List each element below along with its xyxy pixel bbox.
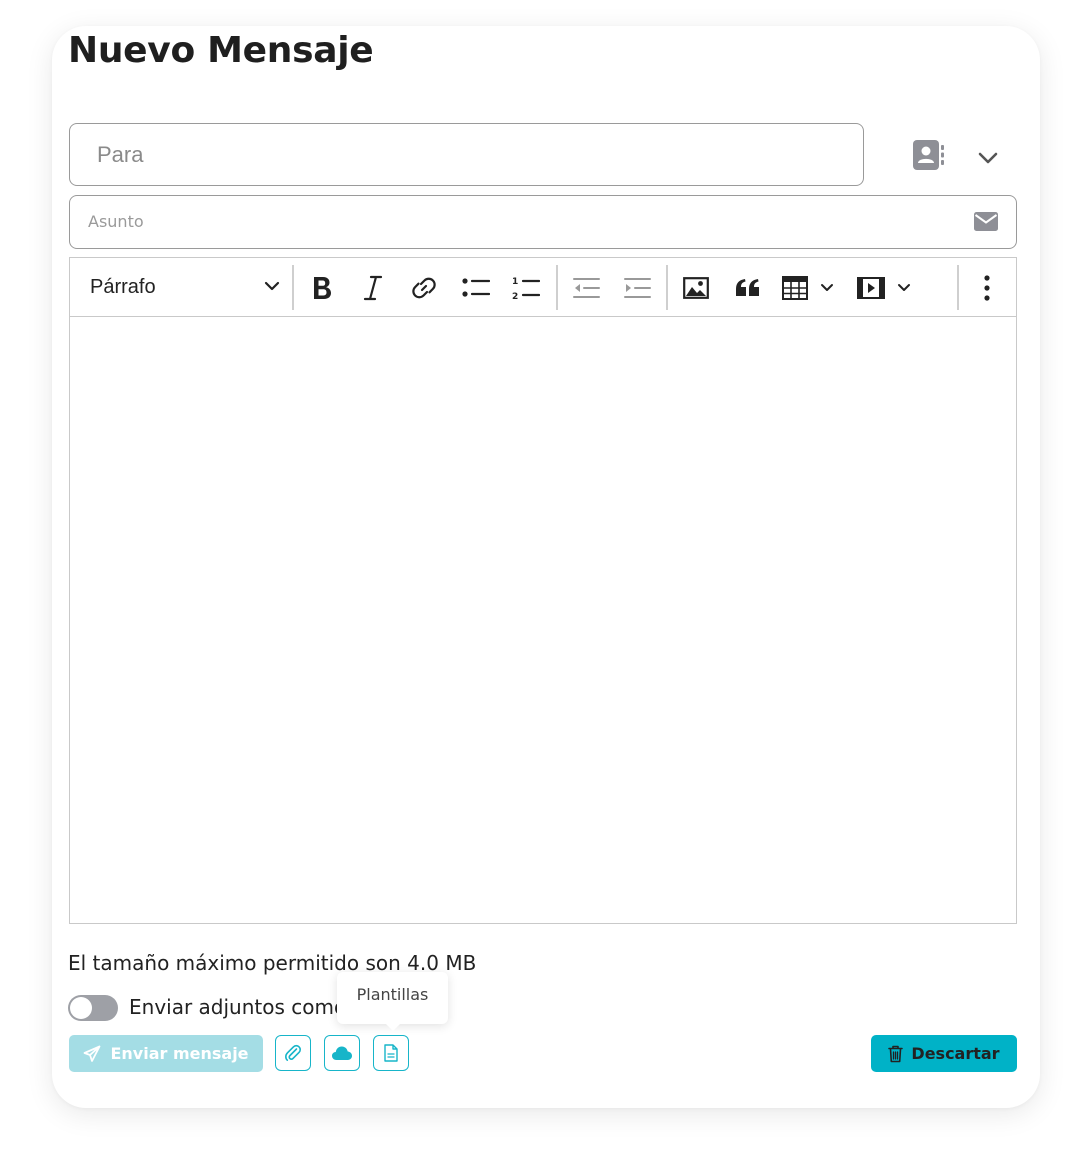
attach-file-button[interactable]	[275, 1035, 311, 1071]
toolbar-divider	[292, 265, 294, 310]
rich-text-editor: Párrafo 1 2	[69, 257, 1017, 924]
chevron-down-icon	[264, 281, 280, 291]
media-icon	[857, 277, 885, 299]
svg-text:2: 2	[512, 292, 518, 301]
insert-image-button[interactable]	[678, 270, 714, 306]
numbered-list-icon: 1 2	[512, 277, 540, 301]
subject-field-wrapper	[69, 195, 1017, 249]
send-as-link-toggle[interactable]	[68, 995, 118, 1021]
toolbar-divider	[666, 265, 668, 310]
blockquote-button[interactable]	[730, 270, 766, 306]
chevron-down-icon	[821, 284, 833, 291]
to-input[interactable]	[69, 123, 864, 186]
image-icon	[683, 277, 709, 299]
chevron-down-icon[interactable]	[978, 150, 998, 164]
trash-icon	[888, 1045, 904, 1062]
editor-content-area[interactable]	[70, 318, 1016, 923]
send-message-label: Enviar mensaje	[110, 1044, 249, 1063]
paper-plane-icon	[84, 1045, 101, 1062]
discard-label: Descartar	[911, 1044, 1000, 1063]
block-format-label: Párrafo	[90, 275, 156, 298]
italic-button[interactable]	[355, 270, 391, 306]
svg-text:1: 1	[512, 277, 518, 287]
chevron-down-icon	[898, 284, 910, 291]
bold-icon	[314, 277, 331, 299]
page-title: Nuevo Mensaje	[68, 30, 374, 71]
link-button[interactable]	[406, 270, 442, 306]
toggle-knob	[70, 997, 92, 1019]
discard-button[interactable]: Descartar	[871, 1035, 1017, 1072]
editor-toolbar: Párrafo 1 2	[70, 258, 1016, 317]
bullet-list-icon	[462, 278, 490, 297]
quote-icon	[736, 279, 759, 296]
envelope-icon	[974, 212, 998, 231]
outdent-icon	[573, 278, 600, 298]
bold-button[interactable]	[304, 270, 340, 306]
paperclip-icon	[285, 1044, 301, 1061]
toolbar-divider	[957, 265, 959, 310]
cloud-icon	[332, 1046, 352, 1060]
numbered-list-button[interactable]: 1 2	[508, 270, 544, 306]
cloud-attach-button[interactable]	[324, 1035, 360, 1071]
contacts-book-icon[interactable]	[912, 139, 944, 171]
send-message-button[interactable]: Enviar mensaje	[69, 1035, 263, 1072]
bullet-list-button[interactable]	[458, 270, 494, 306]
more-options-button[interactable]	[969, 270, 1005, 306]
italic-icon	[363, 275, 383, 301]
more-vertical-icon	[984, 275, 990, 301]
templates-button[interactable]	[373, 1035, 409, 1071]
link-icon	[412, 277, 436, 299]
subject-input[interactable]	[70, 196, 960, 247]
indent-icon	[624, 278, 651, 298]
table-icon	[782, 276, 808, 300]
document-icon	[384, 1044, 398, 1062]
insert-table-button[interactable]	[782, 270, 846, 306]
toolbar-divider	[556, 265, 558, 310]
templates-tooltip: Plantillas	[337, 972, 448, 1031]
block-format-select[interactable]: Párrafo	[80, 266, 280, 308]
outdent-button[interactable]	[568, 270, 604, 306]
indent-button[interactable]	[619, 270, 655, 306]
insert-media-button[interactable]	[857, 270, 921, 306]
